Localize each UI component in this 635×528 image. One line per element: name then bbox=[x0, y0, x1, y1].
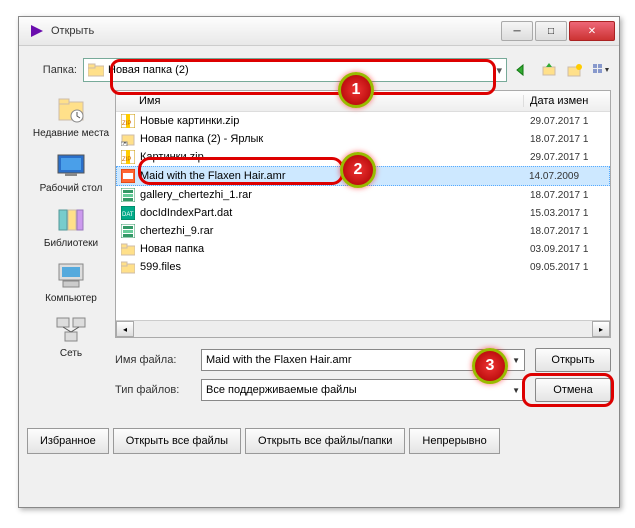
horizontal-scrollbar[interactable]: ◂ ▸ bbox=[116, 320, 610, 337]
file-row[interactable]: ZIP Новые картинки.zip29.07.2017 1 bbox=[116, 112, 610, 130]
file-icon bbox=[120, 259, 136, 275]
places-sidebar: Недавние места Рабочий стол Библиотеки К… bbox=[27, 90, 115, 338]
file-row[interactable]: DAT docIdIndexPart.dat15.03.2017 1 bbox=[116, 204, 610, 222]
close-button[interactable]: ✕ bbox=[569, 21, 615, 41]
file-name: Новая папка bbox=[140, 243, 530, 255]
sidebar-item-label: Библиотеки bbox=[44, 238, 98, 249]
sidebar-item-label: Компьютер bbox=[45, 293, 97, 304]
file-date: 18.07.2017 1 bbox=[530, 226, 610, 237]
bottom-toolbar: Избранное Открыть все файлы Открыть все … bbox=[27, 422, 611, 454]
file-icon bbox=[120, 187, 136, 203]
file-name: chertezhi_9.rar bbox=[140, 225, 530, 237]
file-name: docIdIndexPart.dat bbox=[140, 207, 530, 219]
file-icon: ZIP bbox=[120, 113, 136, 129]
file-list: Имя Дата измен ZIPНовые картинки.zip29.0… bbox=[115, 90, 611, 338]
filetype-combo[interactable]: Все поддерживаемые файлы ▼ bbox=[201, 379, 525, 401]
file-row[interactable]: 599.files09.05.2017 1 bbox=[116, 258, 610, 276]
callout-2: 2 bbox=[340, 152, 376, 188]
app-icon bbox=[29, 23, 45, 39]
open-all-folders-button[interactable]: Открыть все файлы/папки bbox=[245, 428, 405, 454]
chevron-down-icon: ▼ bbox=[512, 356, 520, 365]
file-icon: ↗ bbox=[120, 131, 136, 147]
file-date: 09.05.2017 1 bbox=[530, 262, 610, 273]
file-name: Картинки.zip bbox=[140, 151, 530, 163]
callout-1: 1 bbox=[338, 72, 374, 108]
file-icon: DAT bbox=[120, 205, 136, 221]
scroll-right-button[interactable]: ▸ bbox=[592, 321, 610, 337]
file-name: 599.files bbox=[140, 261, 530, 273]
favorites-button[interactable]: Избранное bbox=[27, 428, 109, 454]
svg-text:↗: ↗ bbox=[122, 141, 126, 146]
column-name[interactable]: Имя bbox=[133, 95, 524, 107]
file-row[interactable]: chertezhi_9.rar18.07.2017 1 bbox=[116, 222, 610, 240]
callout-3: 3 bbox=[472, 348, 508, 384]
recent-icon bbox=[55, 94, 87, 126]
folder-combo[interactable]: Новая папка (2) ▾ bbox=[83, 58, 507, 82]
sidebar-libraries[interactable]: Библиотеки bbox=[29, 202, 113, 251]
computer-icon bbox=[55, 259, 87, 291]
column-date[interactable]: Дата измен bbox=[524, 95, 610, 107]
back-button[interactable] bbox=[513, 60, 533, 80]
open-dialog: Открыть ─ □ ✕ Папка: Новая папка (2) ▾ Н… bbox=[18, 16, 620, 508]
file-date: 14.07.2009 bbox=[529, 171, 609, 182]
open-all-files-button[interactable]: Открыть все файлы bbox=[113, 428, 241, 454]
file-row[interactable]: ↗ Новая папка (2) - Ярлык18.07.2017 1 bbox=[116, 130, 610, 148]
chevron-down-icon: ▾ bbox=[496, 64, 502, 77]
file-date: 29.07.2017 1 bbox=[530, 152, 610, 163]
up-button[interactable] bbox=[539, 60, 559, 80]
libraries-icon bbox=[55, 204, 87, 236]
sidebar-recent[interactable]: Недавние места bbox=[29, 92, 113, 141]
window-title: Открыть bbox=[51, 25, 499, 37]
file-name: Новая папка (2) - Ярлык bbox=[140, 133, 530, 145]
maximize-button[interactable]: □ bbox=[535, 21, 567, 41]
filename-value: Maid with the Flaxen Hair.amr bbox=[206, 354, 352, 366]
file-date: 29.07.2017 1 bbox=[530, 116, 610, 127]
file-date: 03.09.2017 1 bbox=[530, 244, 610, 255]
filename-label: Имя файла: bbox=[115, 354, 191, 366]
scroll-left-button[interactable]: ◂ bbox=[116, 321, 134, 337]
minimize-button[interactable]: ─ bbox=[501, 21, 533, 41]
new-folder-button[interactable] bbox=[565, 60, 585, 80]
chevron-down-icon: ▼ bbox=[512, 386, 520, 395]
file-icon: ZIP bbox=[120, 149, 136, 165]
folder-row: Папка: Новая папка (2) ▾ bbox=[27, 52, 611, 88]
network-icon bbox=[55, 314, 87, 346]
filetype-value: Все поддерживаемые файлы bbox=[206, 384, 357, 396]
cancel-button[interactable]: Отмена bbox=[535, 378, 611, 402]
file-icon bbox=[120, 168, 136, 184]
folder-name: Новая папка (2) bbox=[108, 64, 189, 76]
file-date: 15.03.2017 1 bbox=[530, 208, 610, 219]
file-name: gallery_chertezhi_1.rar bbox=[140, 189, 530, 201]
continuous-button[interactable]: Непрерывно bbox=[409, 428, 499, 454]
sidebar-item-label: Недавние места bbox=[33, 128, 109, 139]
sidebar-item-label: Рабочий стол bbox=[40, 183, 103, 194]
file-name: Maid with the Flaxen Hair.amr bbox=[140, 170, 529, 182]
svg-text:DAT: DAT bbox=[122, 212, 134, 218]
file-row[interactable]: gallery_chertezhi_1.rar18.07.2017 1 bbox=[116, 186, 610, 204]
file-date: 18.07.2017 1 bbox=[530, 134, 610, 145]
view-menu-button[interactable] bbox=[591, 60, 611, 80]
folder-icon bbox=[88, 63, 104, 77]
filetype-label: Тип файлов: bbox=[115, 384, 191, 396]
file-icon bbox=[120, 241, 136, 257]
file-date: 18.07.2017 1 bbox=[530, 190, 610, 201]
file-icon bbox=[120, 223, 136, 239]
svg-text:ZIP: ZIP bbox=[122, 157, 131, 163]
svg-text:ZIP: ZIP bbox=[122, 121, 131, 127]
sidebar-computer[interactable]: Компьютер bbox=[29, 257, 113, 306]
titlebar: Открыть ─ □ ✕ bbox=[19, 17, 619, 46]
file-name: Новые картинки.zip bbox=[140, 115, 530, 127]
sidebar-desktop[interactable]: Рабочий стол bbox=[29, 147, 113, 196]
folder-label: Папка: bbox=[27, 64, 77, 76]
desktop-icon bbox=[55, 149, 87, 181]
open-button[interactable]: Открыть bbox=[535, 348, 611, 372]
file-row[interactable]: Новая папка03.09.2017 1 bbox=[116, 240, 610, 258]
